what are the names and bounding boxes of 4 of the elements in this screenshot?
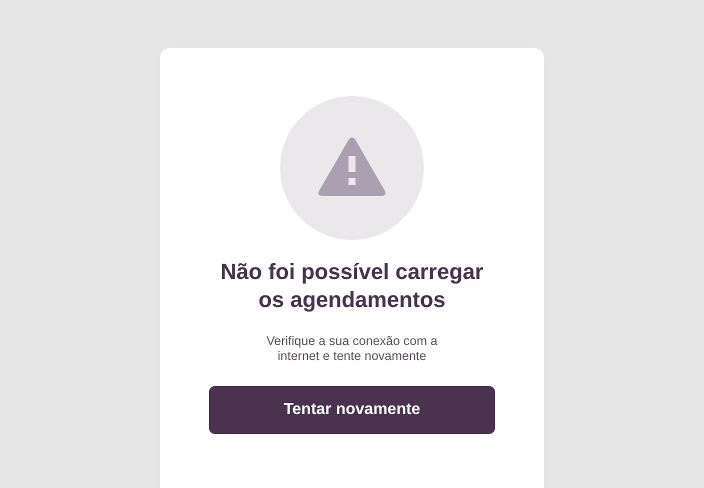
error-title: Não foi possível carregar os agendamentos — [220, 258, 484, 314]
error-message: Verifique a sua conexão com a internet e tente novamente — [266, 334, 438, 364]
warning-icon — [318, 137, 386, 197]
retry-button[interactable]: Tentar novamente — [209, 386, 495, 434]
